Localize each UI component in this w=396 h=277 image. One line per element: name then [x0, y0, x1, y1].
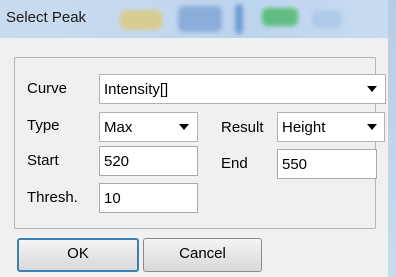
thresh-label: Thresh. [27, 189, 78, 206]
title-bar[interactable]: Select Peak [0, 0, 396, 38]
result-dropdown[interactable]: Height [277, 112, 385, 142]
thresh-input[interactable]: 10 [99, 183, 198, 213]
start-input[interactable]: 520 [99, 146, 198, 176]
result-label: Result [221, 119, 264, 136]
end-value: 550 [282, 156, 308, 173]
background-blur-shape [235, 4, 243, 34]
type-label: Type [27, 117, 60, 134]
curve-label: Curve [27, 80, 68, 97]
start-value: 520 [104, 153, 130, 170]
ok-button[interactable]: OK [17, 238, 139, 272]
cancel-button[interactable]: Cancel [143, 238, 262, 272]
type-dropdown[interactable]: Max [99, 112, 198, 142]
background-blur-shape [312, 10, 342, 28]
dropdown-arrow-icon[interactable] [367, 124, 377, 130]
curve-dropdown[interactable]: Intensity[] [99, 74, 386, 104]
background-blur-shape [120, 10, 162, 30]
curve-value: Intensity[] [104, 81, 169, 98]
dropdown-arrow-icon[interactable] [367, 86, 377, 92]
end-label: End [221, 155, 248, 172]
window-border [388, 0, 396, 277]
window-title: Select Peak [6, 9, 87, 26]
type-value: Max [104, 119, 133, 136]
background-blur-shape [178, 6, 222, 32]
thresh-value: 10 [104, 190, 121, 207]
background-blur-shape [262, 8, 298, 26]
end-input[interactable]: 550 [277, 149, 377, 179]
start-label: Start [27, 152, 59, 169]
dropdown-arrow-icon[interactable] [179, 124, 189, 130]
result-value: Height [282, 119, 326, 136]
